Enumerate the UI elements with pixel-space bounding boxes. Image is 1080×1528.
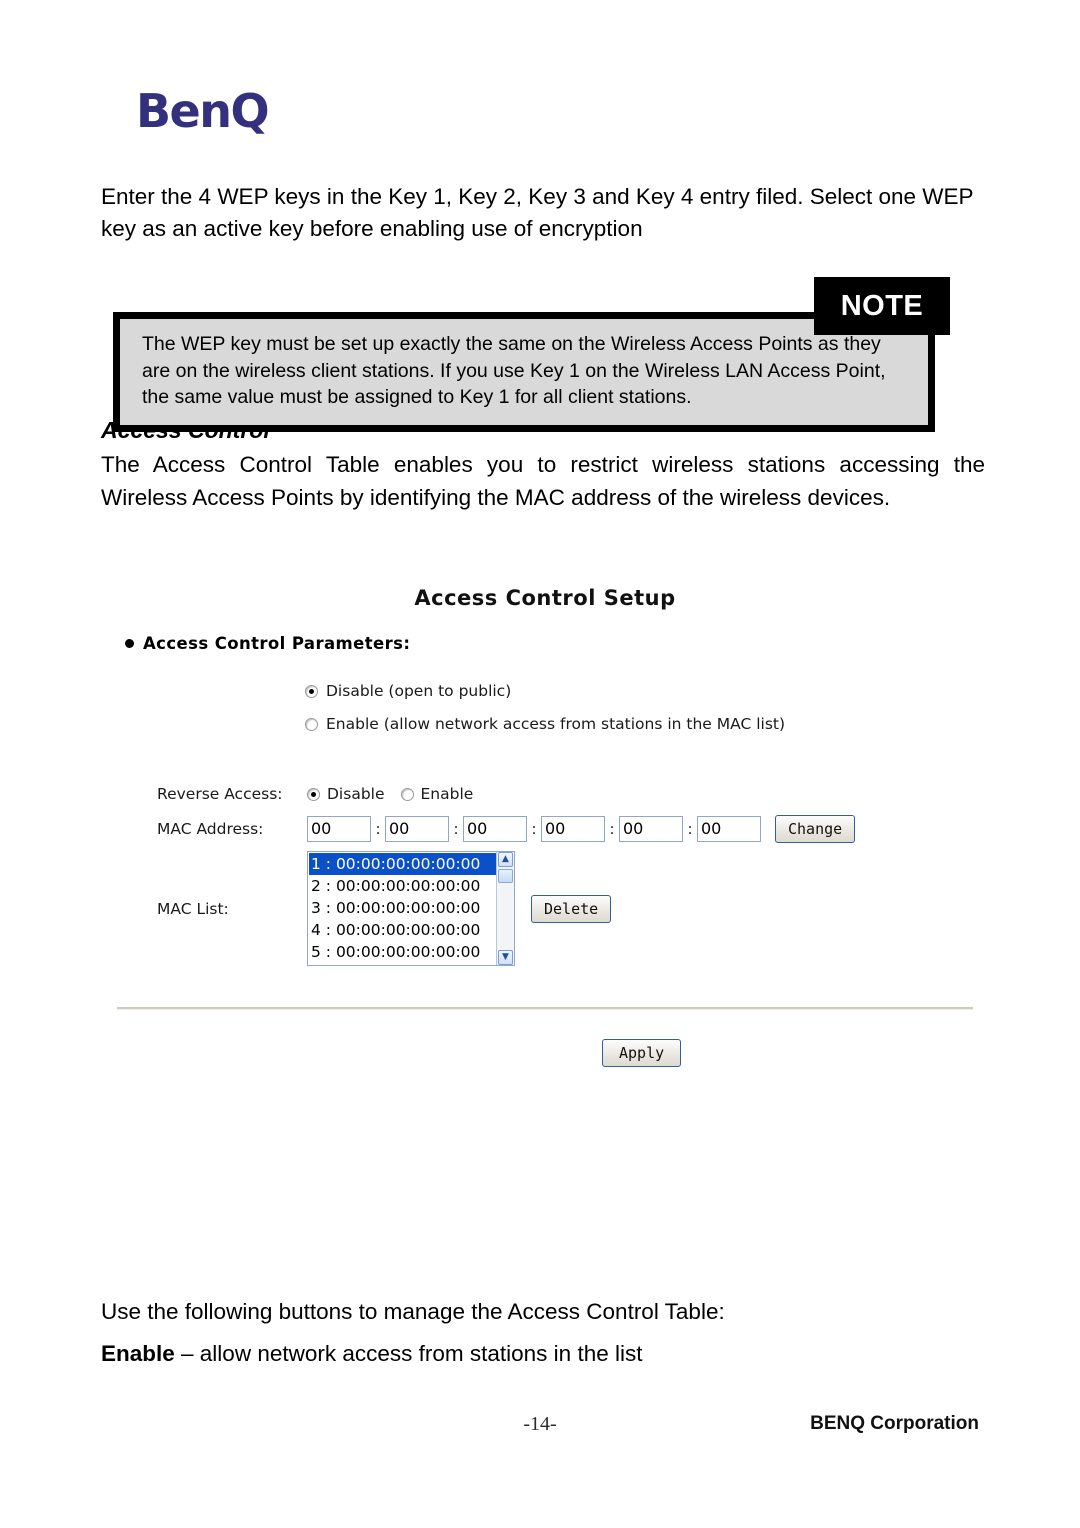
footer-corporation: BENQ Corporation (810, 1413, 979, 1434)
mac-list-items: 1 : 00:00:00:00:00:00 2 : 00:00:00:00:00… (308, 852, 496, 965)
radio-label: Enable (allow network access from statio… (326, 715, 786, 733)
radio-option-enable-mac-list[interactable]: Enable (allow network access from statio… (305, 715, 785, 733)
delete-button[interactable]: Delete (531, 894, 612, 923)
section-paragraph: The Access Control Table enables you to … (101, 452, 985, 510)
mac-octet-input-5[interactable]: 00 (619, 816, 683, 842)
radio-button-icon[interactable] (400, 787, 414, 801)
list-item[interactable]: 4 : 00:00:00:00:00:00 (309, 919, 496, 941)
list-item[interactable]: 3 : 00:00:00:00:00:00 (309, 897, 496, 919)
scrollbar-thumb[interactable] (498, 869, 513, 883)
access-control-parameters-group: Access Control Parameters: (125, 634, 410, 653)
enable-term: Enable (101, 1341, 175, 1366)
horizontal-divider (117, 1007, 973, 1010)
manage-table-paragraph: Use the following buttons to manage the … (101, 1299, 725, 1324)
mac-list-listbox[interactable]: 1 : 00:00:00:00:00:00 2 : 00:00:00:00:00… (307, 851, 515, 966)
change-button[interactable]: Change (775, 815, 856, 843)
radio-button-icon[interactable] (305, 717, 318, 731)
radio-label: Enable (420, 785, 474, 803)
enable-definition-paragraph: Enable – allow network access from stati… (101, 1338, 989, 1370)
bullet-icon (125, 639, 134, 648)
chevron-up-icon[interactable]: ▲ (498, 852, 513, 867)
note-tab-label: NOTE (814, 277, 950, 335)
mac-list-row: MAC List: 1 : 00:00:00:00:00:00 2 : 00:0… (157, 851, 612, 966)
mac-list-label: MAC List: (157, 899, 229, 918)
intro-paragraph: Enter the 4 WEP keys in the Key 1, Key 2… (101, 184, 974, 241)
mac-octet-input-6[interactable]: 00 (697, 816, 761, 842)
radio-label: Disable (open to public) (326, 682, 512, 700)
mac-address-label: MAC Address: (157, 820, 264, 838)
list-item[interactable]: 1 : 00:00:00:00:00:00 (309, 853, 496, 875)
benq-logo: BenQ (136, 84, 270, 138)
radio-button-icon[interactable] (307, 787, 320, 801)
mac-separator: : (375, 820, 381, 838)
mac-octet-input-1[interactable]: 00 (307, 816, 371, 842)
list-item[interactable]: 2 : 00:00:00:00:00:00 (309, 875, 496, 897)
mac-list-scrollbar[interactable]: ▲ ▼ (496, 852, 514, 965)
reverse-access-option-enable[interactable]: Enable (400, 785, 474, 803)
enable-description: – allow network access from stations in … (174, 1341, 643, 1366)
note-text: The WEP key must be set up exactly the s… (142, 333, 886, 408)
access-control-setup-screenshot: Access Control Setup Access Control Para… (101, 575, 989, 1085)
apply-button[interactable]: Apply (602, 1039, 682, 1067)
radio-label: Disable (327, 785, 385, 803)
reverse-access-row: Reverse Access: Disable Enable (157, 785, 473, 803)
radio-option-disable-open-to-public[interactable]: Disable (open to public) (305, 682, 511, 700)
list-item[interactable]: 5 : 00:00:00:00:00:00 (309, 941, 496, 963)
mac-octet-input-4[interactable]: 00 (541, 816, 605, 842)
reverse-access-label: Reverse Access: (157, 785, 283, 803)
mac-separator: : (687, 820, 693, 838)
mac-separator: : (453, 820, 459, 838)
note-callout: The WEP key must be set up exactly the s… (113, 312, 935, 432)
mac-separator: : (531, 820, 537, 838)
mac-octet-input-3[interactable]: 00 (463, 816, 527, 842)
mac-octet-input-2[interactable]: 00 (385, 816, 449, 842)
reverse-access-option-disable[interactable]: Disable (307, 785, 385, 803)
ui-page-title: Access Control Setup (414, 586, 676, 610)
chevron-down-icon[interactable]: ▼ (498, 950, 513, 965)
mac-address-row: MAC Address: 00 : 00 : 00 : 00 : 00 : 00… (157, 815, 856, 843)
radio-button-icon[interactable] (305, 684, 318, 698)
mac-separator: : (609, 820, 615, 838)
access-control-parameters-label: Access Control Parameters: (143, 634, 411, 653)
